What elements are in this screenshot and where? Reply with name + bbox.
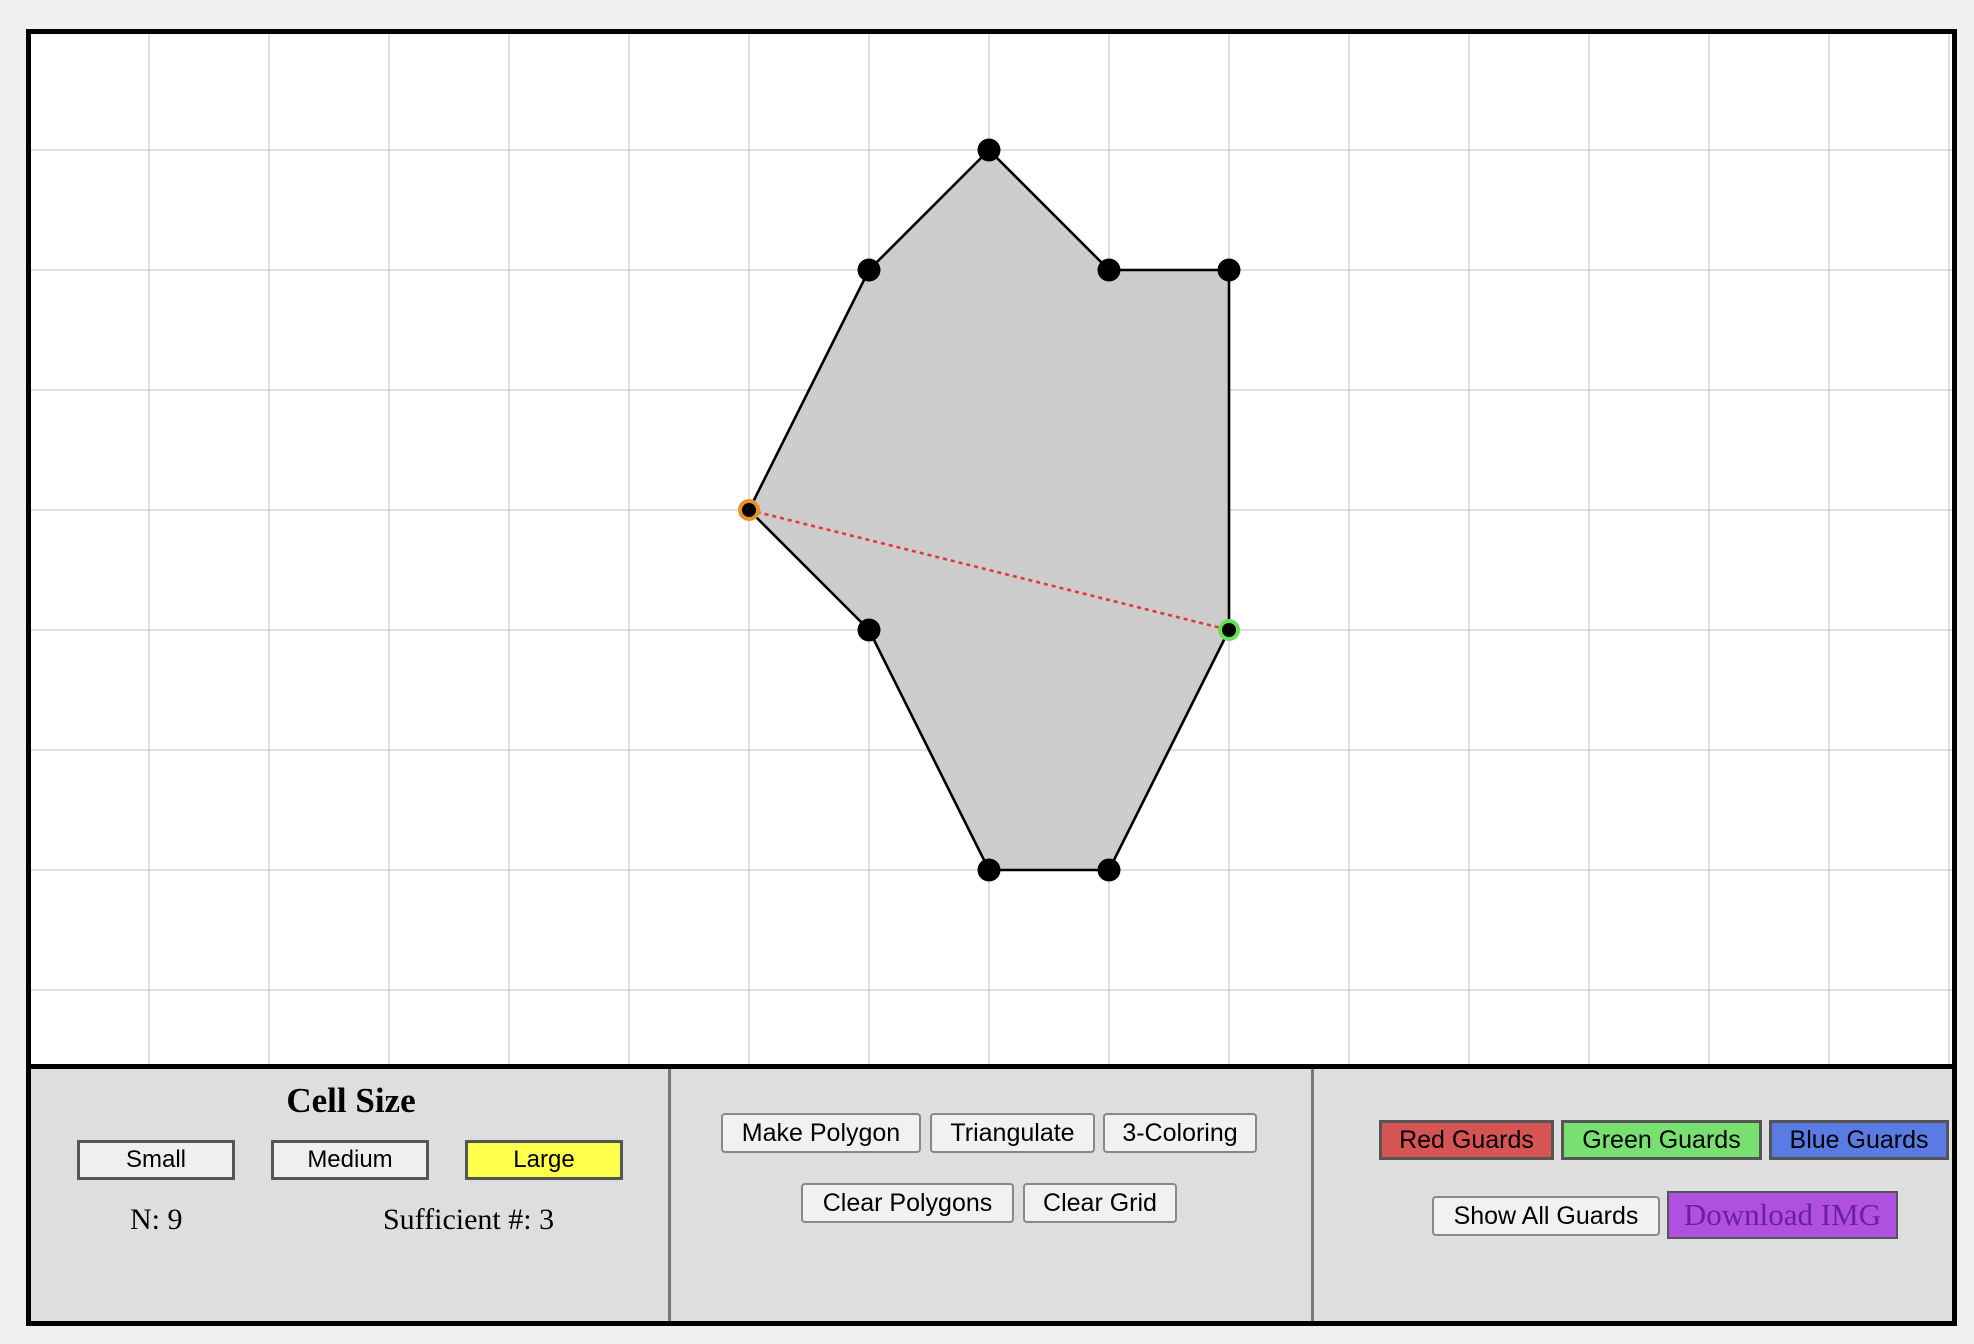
blue-guards-button[interactable]: Blue Guards <box>1769 1120 1949 1160</box>
three-coloring-button[interactable]: 3-Coloring <box>1103 1113 1257 1153</box>
green-guards-button[interactable]: Green Guards <box>1561 1120 1762 1160</box>
polygon-vertex <box>1222 623 1236 637</box>
sufficient-count: Sufficient #: 3 <box>383 1203 555 1236</box>
vertex-count: N: 9 <box>130 1203 183 1236</box>
polygon-shape <box>747 148 1231 872</box>
red-guards-button[interactable]: Red Guards <box>1379 1120 1554 1160</box>
control-panel: Cell Size Small Medium Large N: 9 Suffic… <box>31 1064 1952 1321</box>
cell-size-large-button[interactable]: Large <box>465 1140 623 1180</box>
polygon-vertex <box>1097 258 1121 282</box>
cell-size-title: Cell Size <box>286 1081 416 1120</box>
download-img-button[interactable]: Download IMG <box>1667 1191 1898 1239</box>
guards-section: Red Guards Green Guards Blue Guards Show… <box>1314 1069 1952 1321</box>
cell-size-medium-button[interactable]: Medium <box>271 1140 429 1180</box>
polygon-vertex <box>1217 258 1241 282</box>
cell-size-small-button[interactable]: Small <box>77 1140 235 1180</box>
triangulate-button[interactable]: Triangulate <box>930 1113 1095 1153</box>
make-polygon-button[interactable]: Make Polygon <box>721 1113 921 1153</box>
polygon-vertex <box>1097 858 1121 882</box>
polygon-vertex <box>977 138 1001 162</box>
grid-canvas[interactable] <box>31 34 1952 1064</box>
polygon-vertex <box>977 858 1001 882</box>
polygon-vertex <box>857 618 881 642</box>
show-all-guards-button[interactable]: Show All Guards <box>1432 1196 1660 1236</box>
polygon-vertex <box>742 503 756 517</box>
polygon-vertex <box>857 258 881 282</box>
app-frame: Cell Size Small Medium Large N: 9 Suffic… <box>26 29 1957 1326</box>
cell-size-section: Cell Size Small Medium Large N: 9 Suffic… <box>31 1069 671 1321</box>
clear-grid-button[interactable]: Clear Grid <box>1023 1183 1177 1223</box>
drawing-canvas[interactable] <box>31 34 1952 1064</box>
polygon-section: Make Polygon Triangulate 3-Coloring Clea… <box>671 1069 1314 1321</box>
clear-polygons-button[interactable]: Clear Polygons <box>801 1183 1014 1223</box>
